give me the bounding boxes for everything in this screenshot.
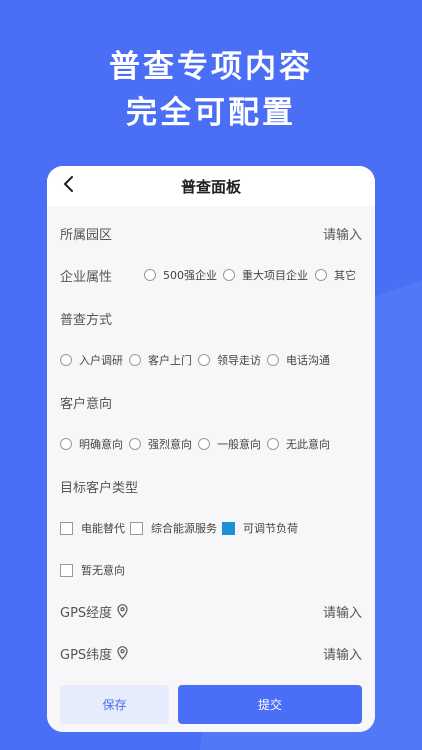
option-label: 综合能源服务 — [151, 522, 217, 535]
checkbox-option[interactable]: 电能替代 — [60, 520, 125, 536]
option-label: 可调节负荷 — [243, 522, 298, 535]
radio-circle — [60, 438, 72, 450]
checkbox-box — [60, 563, 73, 577]
radio-option[interactable]: 强烈意向 — [129, 436, 192, 452]
enterprise-attr-label: 企业属性 — [60, 269, 113, 285]
option-label: 无此意向 — [286, 438, 330, 451]
submit-button[interactable]: 提交 — [178, 685, 362, 724]
radio-option[interactable]: 明确意向 — [60, 436, 123, 452]
option-label: 领导走访 — [217, 354, 261, 367]
promo-headline: 普查专项内容 完全可配置 — [0, 44, 422, 136]
radio-circle — [223, 269, 236, 281]
target-type-options: 电能替代 综合能源服务 可调节负荷 — [47, 514, 375, 542]
survey-method-option-group: 入户调研 客户上门 领导走访 电话沟通 — [60, 352, 330, 368]
checkbox-option[interactable]: 暂无意向 — [60, 562, 125, 578]
radio-circle — [129, 354, 141, 366]
radio-option[interactable]: 500强企业 — [144, 267, 217, 283]
checkbox-option-checked[interactable]: 可调节负荷 — [222, 520, 298, 536]
location-pin-icon[interactable] — [117, 646, 128, 660]
option-label: 重大项目企业 — [242, 269, 309, 282]
target-type-options-2: 暂无意向 — [47, 556, 375, 584]
option-label: 其它 — [334, 269, 357, 282]
gps-latitude-input[interactable]: 请输入 — [323, 644, 362, 663]
phone-screen: 普查面板 所属园区 请输入 企业属性 500强企业 重大项目企业 其它 普查方式… — [47, 166, 375, 732]
radio-option[interactable]: 一般意向 — [198, 436, 261, 452]
checkbox-box — [130, 521, 143, 535]
radio-circle — [144, 269, 157, 281]
gps-longitude-input[interactable]: 请输入 — [323, 602, 362, 621]
radio-option[interactable]: 电话沟通 — [267, 352, 330, 368]
gps-latitude-row[interactable]: GPS纬度 请输入 — [47, 639, 375, 667]
option-label: 暂无意向 — [81, 564, 125, 577]
customer-intent-label: 客户意向 — [60, 396, 113, 412]
park-label: 所属园区 — [60, 227, 113, 243]
survey-method-label-row: 普查方式 — [47, 304, 375, 332]
enterprise-attr-options: 500强企业 重大项目企业 其它 — [144, 267, 356, 283]
radio-circle — [267, 354, 279, 366]
option-label: 客户上门 — [148, 354, 192, 367]
enterprise-attr-row: 企业属性 500强企业 重大项目企业 其它 — [47, 261, 375, 289]
page-title: 普查面板 — [180, 177, 241, 196]
target-type-option-group: 电能替代 综合能源服务 可调节负荷 — [60, 520, 298, 536]
checkbox-option[interactable]: 综合能源服务 — [130, 520, 217, 536]
target-type-label: 目标客户类型 — [60, 480, 139, 496]
nav-bar: 普查面板 — [47, 166, 375, 206]
headline-line-1: 普查专项内容 — [109, 49, 313, 85]
radio-circle — [267, 438, 279, 450]
option-label: 电话沟通 — [286, 354, 330, 367]
survey-method-options: 入户调研 客户上门 领导走访 电话沟通 — [47, 346, 375, 374]
headline-line-2: 完全可配置 — [126, 95, 296, 131]
radio-option[interactable]: 无此意向 — [267, 436, 330, 452]
chevron-left-icon — [63, 176, 75, 196]
radio-circle — [60, 354, 72, 366]
radio-circle — [198, 354, 210, 366]
target-type-label-row: 目标客户类型 — [47, 472, 375, 500]
park-row[interactable]: 所属园区 请输入 — [47, 219, 375, 247]
gps-latitude-label: GPS纬度 — [60, 647, 113, 663]
checkbox-box-checked — [222, 521, 235, 535]
option-label: 入户调研 — [79, 354, 123, 367]
radio-circle — [315, 269, 328, 281]
option-label: 一般意向 — [217, 438, 261, 451]
back-button[interactable] — [59, 176, 79, 196]
location-pin-icon[interactable] — [117, 604, 128, 618]
option-label: 强烈意向 — [148, 438, 192, 451]
target-type-option-group-2: 暂无意向 — [60, 562, 125, 578]
radio-option[interactable]: 领导走访 — [198, 352, 261, 368]
radio-option[interactable]: 客户上门 — [129, 352, 192, 368]
gps-longitude-row[interactable]: GPS经度 请输入 — [47, 597, 375, 625]
option-label: 500强企业 — [163, 269, 218, 282]
checkbox-box — [60, 521, 73, 535]
radio-option[interactable]: 其它 — [315, 267, 356, 283]
radio-circle — [129, 438, 141, 450]
option-label: 明确意向 — [79, 438, 123, 451]
survey-form: 所属园区 请输入 企业属性 500强企业 重大项目企业 其它 普查方式 入户调研… — [47, 206, 375, 732]
customer-intent-options: 明确意向 强烈意向 一般意向 无此意向 — [47, 430, 375, 458]
park-input[interactable]: 请输入 — [323, 224, 362, 243]
radio-option[interactable]: 入户调研 — [60, 352, 123, 368]
customer-intent-label-row: 客户意向 — [47, 388, 375, 416]
gps-longitude-label: GPS经度 — [60, 605, 113, 621]
survey-method-label: 普查方式 — [60, 312, 113, 328]
customer-intent-option-group: 明确意向 强烈意向 一般意向 无此意向 — [60, 436, 330, 452]
save-button[interactable]: 保存 — [60, 685, 169, 724]
radio-circle — [198, 438, 210, 450]
option-label: 电能替代 — [81, 522, 125, 535]
radio-option[interactable]: 重大项目企业 — [223, 267, 308, 283]
